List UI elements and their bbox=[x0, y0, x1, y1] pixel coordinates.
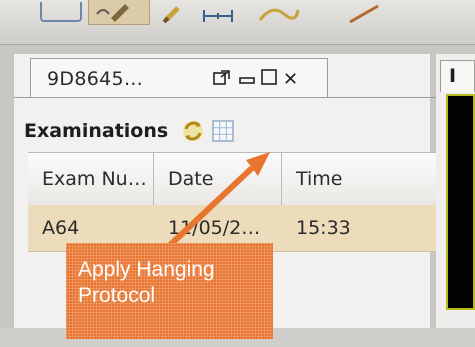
callout-text: Apply Hanging Protocol bbox=[78, 258, 215, 307]
callout-box: Apply Hanging Protocol bbox=[66, 243, 273, 339]
